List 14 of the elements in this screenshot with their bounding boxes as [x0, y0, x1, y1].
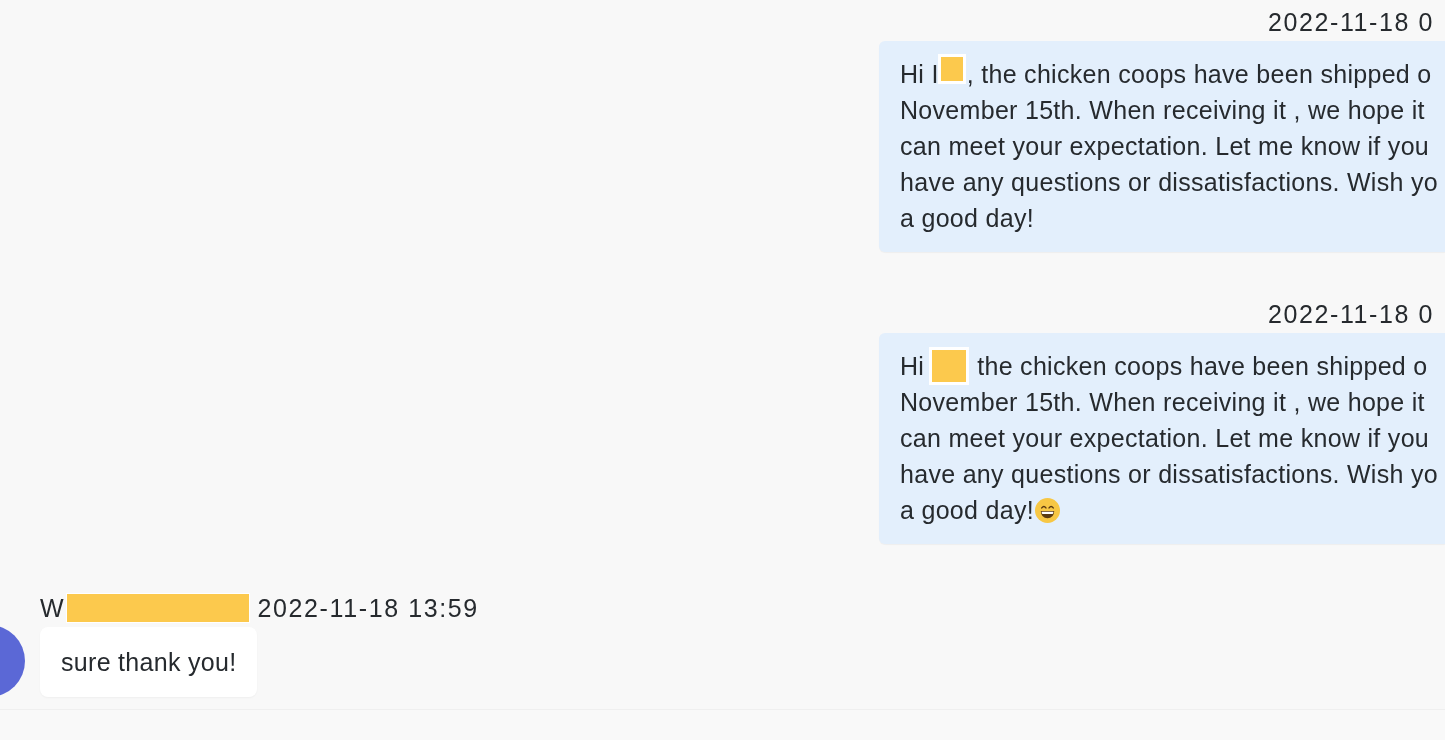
- message-text: a good day!: [900, 495, 1034, 526]
- message-text: sure thank you!: [61, 648, 237, 676]
- timestamp: 2022-11-18 0: [1268, 300, 1435, 328]
- message-text: Hi I: [900, 59, 939, 90]
- message-text: Hi: [900, 351, 925, 382]
- redaction-block: [929, 347, 970, 385]
- sender-name: W: [40, 594, 64, 622]
- avatar: [0, 625, 25, 697]
- message-text: , the chicken coops have been shipped o: [966, 59, 1432, 90]
- timestamp: 2022-11-18 13:59: [257, 594, 479, 622]
- timestamp: 2022-11-18 0: [1268, 8, 1435, 36]
- message-text: the chicken coops have been shipped o: [977, 351, 1428, 382]
- redaction-block: [937, 54, 966, 84]
- message-text: a good day!: [900, 203, 1034, 234]
